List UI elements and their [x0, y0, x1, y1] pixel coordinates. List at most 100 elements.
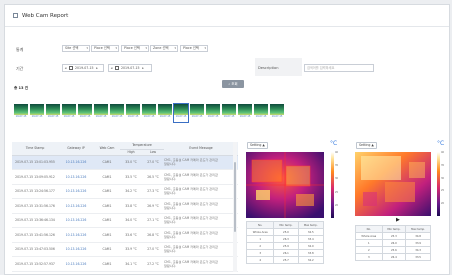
scale-tick-label: 30 — [335, 177, 339, 181]
cell-high: 33.0 °C — [120, 155, 142, 170]
thumbnail-caption: 19-07-15 — [79, 115, 91, 118]
stats-header: No. — [245, 221, 275, 229]
cell-timestamp: 2019-07-15 13:41:56.126 — [12, 227, 58, 243]
thumbnail-item[interactable]: 19-07-15 — [30, 104, 44, 122]
table-row[interactable]: 2019-07-15 13:36:46.134 10.13.16.226 CAM1 3… — [12, 213, 238, 228]
stats-cell: 25.7 — [273, 256, 299, 264]
stats-cell: 34.8 — [405, 232, 431, 240]
zone-select[interactable]: Zone 선택 ▾ — [150, 45, 178, 52]
cell-gateway: 10.13.16.226 — [58, 198, 94, 214]
thumbnail-item[interactable]: 19-07-15 — [254, 104, 268, 122]
left-thermal-image[interactable] — [246, 152, 324, 218]
cell-high: 33.9 °C — [120, 242, 142, 257]
calendar-icon[interactable] — [69, 66, 73, 70]
thumbnail-caption: 19-07-15 — [47, 115, 59, 118]
stats-cell: 2 — [245, 242, 275, 250]
thumbnail-image — [190, 104, 204, 115]
table-row[interactable]: 2019-07-15 13:01:03.955 10.13.16.226 CAM1 3… — [12, 155, 238, 170]
thumbnail-item[interactable]: 19-07-15 — [62, 104, 76, 122]
next-date-icon[interactable]: ▸ — [141, 65, 146, 71]
scroll-thumb[interactable] — [234, 162, 236, 232]
cell-gateway: 10.13.16.226 — [58, 155, 94, 170]
table-row[interactable]: 2019-07-15 13:31:56.176 10.13.16.226 CAM1 3… — [12, 198, 238, 214]
col-event[interactable]: Event Message — [164, 142, 238, 156]
prev-date-icon[interactable]: ◂ — [63, 65, 68, 71]
thumbnail-item[interactable]: 19-07-15 — [46, 104, 60, 122]
cell-low: 27.1 °C — [142, 213, 164, 228]
thumbnail-item[interactable]: 19-07-15 — [158, 104, 172, 122]
table-row[interactable]: 2019-07-15 13:41:56.126 10.13.16.226 CAM1 3… — [12, 227, 238, 243]
left-stats-table: No. Min temp. Max temp. Whole Area 25.0 34.5… — [245, 221, 325, 264]
scale-tick-label: 40 — [335, 151, 339, 154]
cell-webcam: CAM1 — [94, 155, 120, 170]
calendar-icon[interactable] — [115, 66, 119, 70]
cell-webcam: CAM1 — [94, 242, 120, 257]
cell-timestamp: 2019-07-15 13:47:03.506 — [12, 242, 58, 257]
thumbnail-item[interactable]: 19-07-15 — [270, 104, 284, 122]
cell-gateway: 10.13.16.226 — [58, 227, 94, 243]
table-scrollbar[interactable] — [233, 142, 237, 272]
right-unit-label: °C — [437, 140, 445, 147]
col-timestamp[interactable]: Time Stamp — [12, 142, 58, 156]
right-setting-button[interactable]: Setting ▲ — [356, 142, 377, 149]
cell-webcam: CAM1 — [94, 198, 120, 214]
col-webcam[interactable]: Web Cam — [94, 142, 120, 156]
play-icon[interactable]: ▶ — [396, 217, 400, 223]
stats-header: No. — [355, 225, 383, 233]
cell-high: 34.1 °C — [120, 256, 142, 272]
cell-high: 33.5 °C — [120, 169, 142, 185]
stats-row: Whole Area 25.3 34.8 — [355, 232, 431, 240]
thumbnail-image — [94, 104, 108, 115]
thumbnail-item[interactable]: 19-07-15 — [238, 104, 252, 122]
description-input[interactable]: 검색어를 입력하세요 — [304, 64, 374, 72]
table-row[interactable]: 2019-07-15 13:52:57.937 10.13.16.226 CAM1 3… — [12, 256, 238, 272]
place-select-2[interactable]: Place 선택 ▾ — [121, 45, 149, 52]
col-temperature: Temperature — [120, 142, 164, 150]
right-stats-table: No. Min temp. Max temp. Whole Area 25.3 34.8… — [355, 225, 431, 261]
cell-timestamp: 2019-07-15 13:36:46.134 — [12, 213, 58, 228]
stats-cell: 1 — [245, 235, 275, 243]
filter-label-period: 기간 — [16, 66, 24, 71]
thumbnail-item[interactable]: 19-07-15 — [78, 104, 92, 122]
col-gateway[interactable]: Gateway IP — [58, 142, 94, 156]
site-select[interactable]: Site 선택 ▾ — [62, 45, 90, 52]
prev-date-icon[interactable]: ◂ — [109, 65, 114, 71]
thumbnail-image — [142, 104, 156, 115]
cell-timestamp: 2019-07-15 13:31:56.176 — [12, 198, 58, 214]
result-count: 총 13 건 — [14, 86, 29, 90]
thumbnail-item[interactable]: 19-07-15 — [190, 104, 204, 122]
cell-event: CM1, 출동설 CAM 카메라 온도가 관리값 알람니다. — [164, 242, 238, 257]
stats-cell: 26.1 — [273, 249, 299, 257]
thumbnail-caption: 19-07-15 — [223, 115, 235, 118]
table-row[interactable]: 2019-07-15 13:09:05.912 10.13.16.226 CAM1 3… — [12, 169, 238, 185]
stats-cell: 25.3 — [381, 232, 407, 240]
thumbnail-image — [30, 104, 44, 115]
next-date-icon[interactable]: ▸ — [95, 65, 100, 71]
search-button[interactable]: ⌕ 조회 — [222, 80, 244, 88]
place-select-3[interactable]: Place 선택 ▾ — [180, 45, 208, 52]
stats-cell: 34.0 — [297, 242, 325, 250]
stats-row: 2 25.9 34.0 — [245, 242, 325, 250]
date-from-field[interactable]: ◂ 2019-07-15 ▸ — [62, 64, 104, 72]
thumbnail-item[interactable]: 19-07-15 — [206, 104, 220, 122]
cell-low: 26.9 °C — [142, 198, 164, 214]
cell-event: CM1, 출동설 CAM 카메라 온도가 관리값 알람니다. — [164, 184, 238, 199]
thumbnail-item[interactable]: 19-07-15 — [142, 104, 156, 122]
thumbnail-caption: 19-07-15 — [127, 115, 139, 118]
right-thermal-image[interactable] — [355, 152, 431, 216]
table-row[interactable]: 2019-07-15 13:47:03.506 10.13.16.226 CAM1 3… — [12, 242, 238, 257]
thumbnail-item[interactable]: 19-07-15 — [14, 104, 28, 122]
thumbnail-item[interactable]: 19-07-15 — [110, 104, 124, 122]
place-select-1[interactable]: Place 선택 ▾ — [91, 45, 119, 52]
thumbnail-item[interactable]: 19-07-15 — [126, 104, 140, 122]
date-to-field[interactable]: ◂ 2019-07-15 ▸ — [108, 64, 152, 72]
stats-cell: 33.9 — [405, 239, 431, 247]
thumbnail-item[interactable]: 19-07-15 — [173, 103, 189, 123]
thumbnail-caption: 19-07-15 — [143, 115, 155, 118]
thumbnail-item[interactable]: 19-07-15 — [94, 104, 108, 122]
left-scale-labels: 40 35 30 25 20 — [335, 151, 338, 217]
thumbnail-item[interactable]: 19-07-15 — [222, 104, 236, 122]
left-setting-button[interactable]: Setting ▲ — [247, 142, 268, 149]
thumbnail-caption: 19-07-15 — [31, 115, 43, 118]
table-row[interactable]: 2019-07-15 13:24:56.177 10.13.16.226 CAM1 3… — [12, 184, 238, 199]
